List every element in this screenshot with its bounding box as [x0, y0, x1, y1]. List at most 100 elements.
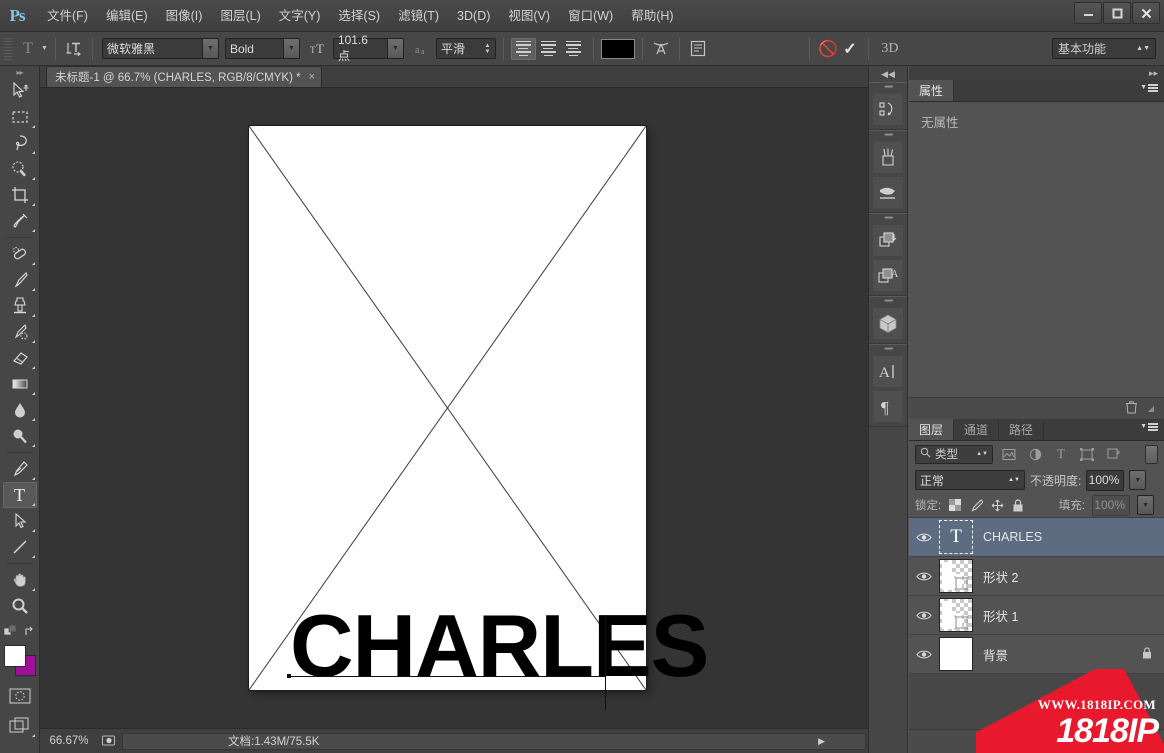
eraser-tool[interactable] [3, 345, 37, 371]
lock-transparent-icon[interactable] [948, 498, 962, 512]
dock-grip-4[interactable]: •••••••• [869, 297, 907, 306]
dock-grip-1[interactable]: •••••••• [869, 83, 907, 92]
hand-tool[interactable] [3, 567, 37, 593]
fill-value[interactable]: 100% [1092, 494, 1130, 516]
layer-row-shape-2[interactable]: 形状 2 [909, 557, 1164, 596]
align-right-button[interactable] [561, 38, 586, 60]
warp-text-icon[interactable] [650, 38, 672, 60]
layer-row-charles[interactable]: T CHARLES [909, 518, 1164, 557]
tab-layers[interactable]: 图层 [909, 419, 955, 440]
lock-image-icon[interactable] [969, 498, 983, 512]
adjustments-icon[interactable]: A [873, 260, 903, 291]
tab-paths[interactable]: 路径 [999, 419, 1045, 440]
eye-icon[interactable] [909, 532, 939, 543]
default-colors-icon[interactable] [3, 624, 17, 641]
layers-panel-menu-icon[interactable]: ▼ [1140, 423, 1158, 431]
blend-mode-selector[interactable]: 正常 ▲▼ [915, 470, 1025, 490]
swap-colors-icon[interactable] [23, 625, 36, 641]
brush-tool[interactable] [3, 267, 37, 293]
maximize-icon[interactable] [1103, 2, 1131, 24]
zoom-level[interactable]: 66.67% [40, 735, 98, 747]
color-swatches[interactable] [3, 645, 37, 677]
right-panel-collapse-icon[interactable]: ▸▸ [909, 66, 1164, 80]
opacity-value[interactable]: 100% [1086, 469, 1125, 491]
properties-resize-grip[interactable]: ◢ [1148, 404, 1154, 413]
layer-thumbnail-shape[interactable] [939, 559, 973, 593]
zoom-tool[interactable] [3, 593, 37, 619]
menu-select[interactable]: 选择(S) [329, 5, 389, 27]
three-d-panel-icon[interactable] [873, 308, 903, 339]
gradient-tool[interactable] [3, 371, 37, 397]
font-family-value[interactable]: 微软雅黑 [101, 38, 202, 59]
quick-selection-tool[interactable] [3, 156, 37, 182]
line-shape-tool[interactable] [3, 534, 37, 560]
menu-view[interactable]: 视图(V) [499, 5, 559, 27]
type-tool[interactable]: T [2, 482, 37, 508]
document-tab[interactable]: 未标题-1 @ 66.7% (CHARLES, RGB/8/CMYK) * × [46, 66, 323, 87]
dock-collapse-icon[interactable]: ◀◀ [869, 66, 907, 82]
crop-tool[interactable] [3, 182, 37, 208]
dock-grip-3[interactable]: •••••••• [869, 214, 907, 223]
lock-position-icon[interactable] [990, 498, 1004, 512]
text-orientation-icon[interactable] [63, 38, 85, 60]
document-tab-close-icon[interactable]: × [309, 71, 315, 83]
eye-icon[interactable] [909, 571, 939, 582]
tool-preset-icon[interactable]: T [17, 38, 39, 60]
menu-layer[interactable]: 图层(L) [211, 5, 269, 27]
adjustment-filter-icon[interactable] [1025, 444, 1045, 464]
options-bar-grip[interactable] [4, 37, 12, 60]
paragraph-panel-icon[interactable]: ¶ [873, 391, 903, 422]
healing-brush-tool[interactable] [3, 241, 37, 267]
char-paragraph-panel-icon[interactable] [687, 38, 709, 60]
minimize-icon[interactable] [1074, 2, 1102, 24]
dodge-tool[interactable] [3, 423, 37, 449]
font-size-combo[interactable]: 101.6 点 ▼ [332, 33, 404, 63]
layer-thumbnail-shape[interactable] [939, 598, 973, 632]
shape-filter-icon[interactable] [1077, 444, 1097, 464]
document-size-bar[interactable]: 文档:1.43M/75.5K ▶ [122, 732, 866, 750]
layer-name[interactable]: CHARLES [983, 530, 1042, 544]
brush-presets-icon[interactable] [873, 177, 903, 208]
type-filter-icon[interactable]: T [1051, 444, 1071, 464]
history-actions-icon[interactable] [873, 94, 903, 125]
layer-row-shape-1[interactable]: 形状 1 [909, 596, 1164, 635]
eye-icon[interactable] [909, 649, 939, 660]
menu-help[interactable]: 帮助(H) [622, 5, 682, 27]
three-d-button[interactable]: 3D [876, 38, 904, 60]
clone-stamp-tool[interactable] [3, 293, 37, 319]
layer-comps-icon[interactable] [873, 225, 903, 256]
menu-edit[interactable]: 编辑(E) [97, 5, 157, 27]
eyedropper-tool[interactable] [3, 208, 37, 234]
menu-3d[interactable]: 3D(D) [448, 5, 499, 27]
tool-preset-caret-icon[interactable]: ▼ [41, 45, 48, 52]
font-style-value[interactable]: Bold [224, 38, 283, 59]
properties-panel-menu-icon[interactable]: ▼ [1140, 84, 1158, 92]
commit-icon[interactable]: ✓ [839, 38, 861, 60]
trash-icon[interactable] [1125, 400, 1138, 417]
lock-all-icon[interactable] [1011, 498, 1025, 512]
foreground-color-swatch[interactable] [3, 645, 26, 667]
menu-window[interactable]: 窗口(W) [559, 5, 622, 27]
font-style-combo[interactable]: Bold ▼ [224, 38, 300, 59]
dock-grip-5[interactable]: •••••••• [869, 345, 907, 354]
cancel-icon[interactable]: 🚫 [817, 38, 839, 60]
pixel-filter-icon[interactable] [999, 444, 1019, 464]
anti-alias-spinner-icon[interactable]: ▲ ▼ [479, 38, 496, 59]
brush-panel-icon[interactable] [873, 142, 903, 173]
quick-mask-icon[interactable] [3, 683, 37, 709]
workspace-selector[interactable]: 基本功能 ▲▼ [1052, 38, 1156, 59]
canvas-area[interactable]: CHARLES [40, 88, 868, 728]
move-tool[interactable] [3, 78, 37, 104]
opacity-caret-icon[interactable]: ▼ [1129, 470, 1147, 490]
tab-channels[interactable]: 通道 [954, 419, 1000, 440]
font-size-value[interactable]: 101.6 点 [332, 33, 387, 63]
layer-kind-selector[interactable]: 类型 ▲▼ [915, 444, 993, 464]
anti-alias-value[interactable]: 平滑 [435, 38, 480, 59]
layer-thumbnail-background[interactable] [939, 637, 973, 671]
layer-filter-toggle[interactable] [1145, 444, 1158, 464]
menu-image[interactable]: 图像(I) [157, 5, 212, 27]
blur-tool[interactable] [3, 397, 37, 423]
close-icon[interactable] [1132, 2, 1160, 24]
document-canvas[interactable]: CHARLES [249, 126, 709, 710]
toolbar-grip[interactable]: ▸▸ [0, 66, 39, 78]
